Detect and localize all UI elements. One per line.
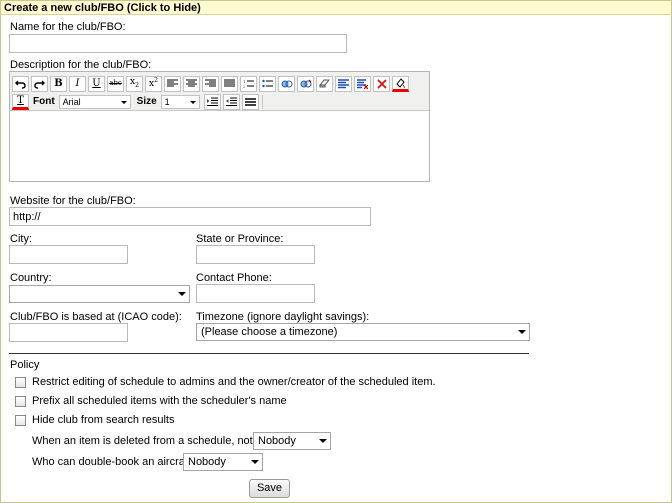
icao-input[interactable] — [9, 323, 128, 342]
bold-icon[interactable]: B — [50, 75, 67, 92]
superscript-icon[interactable]: x2 — [145, 75, 162, 92]
strikethrough-icon[interactable]: abc — [107, 75, 124, 92]
italic-icon[interactable]: I — [69, 75, 86, 92]
delete-icon[interactable] — [373, 75, 390, 92]
section-divider — [9, 353, 529, 354]
justify-icon[interactable] — [221, 75, 238, 92]
description-label: Description for the club/FBO: — [10, 59, 152, 71]
name-label: Name for the club/FBO: — [10, 21, 126, 33]
name-input[interactable] — [9, 34, 347, 53]
align-center-icon[interactable] — [183, 75, 200, 92]
svg-text:2: 2 — [243, 84, 246, 89]
city-label: City: — [10, 233, 32, 245]
website-input[interactable] — [9, 207, 371, 226]
editor-toolbar: B I U abc x2 x2 12 T Font Arial Size 1 — [10, 72, 429, 111]
hide-club-label: Hide club from search results — [32, 414, 175, 426]
paragraph-icon[interactable] — [335, 75, 352, 92]
prefix-scheduler-label: Prefix all scheduled items with the sche… — [32, 395, 287, 407]
unlink-icon[interactable] — [297, 75, 314, 92]
highlight-color-icon[interactable] — [392, 75, 409, 92]
text-color-icon[interactable]: T — [12, 93, 29, 110]
double-book-select[interactable]: Nobody — [183, 453, 263, 471]
create-club-panel: Create a new club/FBO (Click to Hide) Na… — [0, 0, 672, 503]
restrict-editing-checkbox[interactable] — [15, 377, 26, 388]
hide-club-checkbox[interactable] — [15, 415, 26, 426]
bulleted-list-icon[interactable] — [259, 75, 276, 92]
notify-label: When an item is deleted from a schedule,… — [32, 435, 267, 447]
description-edit-area[interactable] — [10, 112, 429, 181]
description-editor: B I U abc x2 x2 12 T Font Arial Size 1 — [9, 71, 430, 182]
phone-label: Contact Phone: — [196, 272, 272, 284]
icao-label: Club/FBO is based at (ICAO code): — [10, 311, 182, 323]
timezone-label: Timezone (ignore daylight savings): — [196, 311, 370, 323]
phone-input[interactable] — [196, 284, 315, 303]
align-left-icon[interactable] — [164, 75, 181, 92]
policy-title: Policy — [10, 359, 40, 371]
restrict-editing-label: Restrict editing of schedule to admins a… — [32, 376, 436, 388]
undo-icon[interactable] — [12, 75, 29, 92]
country-select[interactable] — [9, 285, 190, 303]
country-label: Country: — [10, 272, 52, 284]
numbered-list-icon[interactable]: 12 — [240, 75, 257, 92]
city-input[interactable] — [9, 245, 128, 264]
size-label: Size — [136, 96, 157, 107]
outdent-icon[interactable] — [222, 93, 240, 110]
timezone-select[interactable]: (Please choose a timezone) — [196, 323, 530, 341]
website-label: Website for the club/FBO: — [10, 195, 136, 207]
indent-icon[interactable] — [203, 93, 221, 110]
font-select[interactable]: Arial — [58, 94, 131, 109]
toolbar-separator — [261, 94, 263, 109]
prefix-scheduler-checkbox[interactable] — [15, 396, 26, 407]
notify-select[interactable]: Nobody — [253, 432, 331, 450]
state-label: State or Province: — [196, 233, 284, 245]
redo-icon[interactable] — [31, 75, 48, 92]
save-button[interactable]: Save — [249, 479, 290, 498]
align-right-icon[interactable] — [202, 75, 219, 92]
horizontal-rule-icon[interactable] — [241, 93, 259, 110]
remove-format-icon[interactable] — [354, 75, 371, 92]
underline-icon[interactable]: U — [88, 75, 105, 92]
double-book-label: Who can double-book an aircraft: — [32, 456, 195, 468]
eraser-icon[interactable] — [316, 75, 333, 92]
panel-header-toggle[interactable]: Create a new club/FBO (Click to Hide) — [1, 1, 671, 15]
state-input[interactable] — [196, 245, 315, 264]
link-icon[interactable] — [278, 75, 295, 92]
size-select[interactable]: 1 — [160, 94, 200, 109]
font-label: Font — [33, 96, 55, 107]
subscript-icon[interactable]: x2 — [126, 75, 143, 92]
